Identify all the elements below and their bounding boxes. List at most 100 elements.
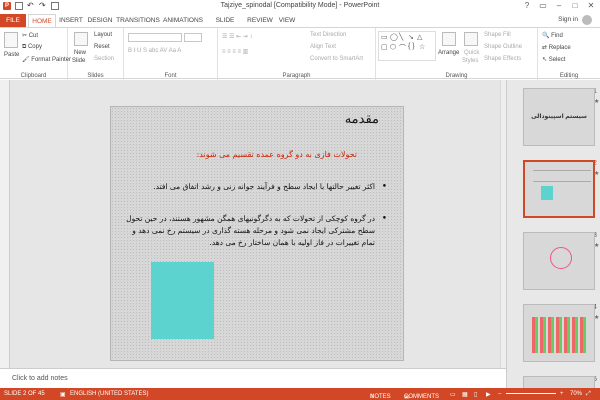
shape-fill-button[interactable]: Shape Fill	[484, 32, 511, 38]
thumbnail-slide-4[interactable]	[523, 304, 595, 362]
paste-button[interactable]: Paste	[4, 52, 19, 58]
slide-sorter-icon[interactable]: ▦	[462, 391, 468, 398]
thumbnail-teal-shape	[541, 186, 553, 200]
font-name-combo[interactable]	[128, 33, 182, 42]
tab-home[interactable]: HOME	[28, 14, 56, 27]
reset-button[interactable]: Reset	[94, 44, 110, 50]
ellipse-shape-icon[interactable]: ◯	[390, 33, 398, 41]
thumbnail-grid-pattern	[532, 317, 588, 353]
notes-placeholder[interactable]: Click to add notes	[12, 375, 68, 382]
tab-design[interactable]: DESIGN	[86, 14, 114, 27]
zoom-level[interactable]: 70%	[570, 391, 582, 397]
thumbnail-text-lines	[533, 170, 591, 182]
align-text-button[interactable]: Align Text	[310, 44, 336, 50]
editing-group: 🔍 Find ⇄ Replace ↖ Select Editing	[538, 28, 600, 80]
tab-transitions[interactable]: TRANSITIONS	[116, 14, 160, 27]
quick-styles-icon[interactable]	[464, 32, 478, 46]
arrow-shape-icon[interactable]: ↘	[408, 33, 414, 41]
section-button[interactable]: Section	[94, 56, 114, 62]
spellcheck-icon[interactable]: ▣	[60, 391, 66, 398]
tab-insert[interactable]: INSERT	[58, 14, 84, 27]
shape-effects-button[interactable]: Shape Effects	[484, 56, 521, 62]
convert-smartart-button[interactable]: Convert to SmartArt	[310, 56, 363, 62]
drawing-label: Drawing	[445, 73, 468, 79]
find-button[interactable]: 🔍 Find	[542, 32, 563, 39]
maximize-icon[interactable]: □	[568, 1, 582, 11]
notes-pane[interactable]: Click to add notes	[0, 368, 506, 388]
zoom-out-icon[interactable]: –	[498, 391, 501, 397]
font-format-buttons[interactable]: B I U S abc AV Aa A	[128, 48, 181, 54]
thumbnail-slide-3[interactable]	[523, 232, 595, 290]
editing-label: Editing	[559, 73, 579, 79]
clipboard-label: Clipboard	[20, 73, 47, 79]
clipboard-group: Paste ✂ Cut ⧉ Copy 🖌 Format Painter Clip…	[0, 28, 71, 80]
window-controls: ? ▭ – □ ✕	[520, 1, 598, 11]
replace-button[interactable]: ⇄ Replace	[542, 44, 571, 51]
tab-review[interactable]: REVIEW	[246, 14, 274, 27]
select-icon: ↖	[542, 57, 549, 63]
paragraph-group: ☰ ☰ ⇤ ⇥ ↕ ≡ ≡ ≡ ≡ ▥ Text Direction Align…	[218, 28, 376, 80]
copy-button[interactable]: ⧉ Copy	[22, 44, 42, 51]
new-slide-button[interactable]: New	[74, 50, 86, 56]
avatar[interactable]	[582, 15, 592, 25]
language-indicator[interactable]: ENGLISH (UNITED STATES)	[70, 391, 148, 397]
replace-icon: ⇄	[542, 45, 549, 51]
minimize-icon[interactable]: –	[552, 1, 566, 11]
curve-shape-icon[interactable]: ⌒	[399, 43, 406, 53]
select-button[interactable]: ↖ Select	[542, 56, 565, 63]
left-pane-strip[interactable]	[0, 80, 10, 368]
format-painter-button[interactable]: 🖌 Format Painter	[22, 56, 71, 63]
slide-subtitle[interactable]: تحولات فازی به دو گروه عمده تقسیم می شون…	[197, 150, 357, 159]
cut-button[interactable]: ✂ Cut	[22, 32, 38, 39]
font-size-combo[interactable]	[184, 33, 202, 42]
tab-file[interactable]: FILE	[0, 14, 26, 27]
triangle-shape-icon[interactable]: △	[417, 33, 422, 41]
text-direction-button[interactable]: Text Direction	[310, 32, 346, 38]
paste-icon[interactable]	[4, 32, 18, 48]
new-slide-icon[interactable]	[74, 32, 88, 46]
font-label: Font	[164, 73, 177, 79]
align-buttons[interactable]: ≡ ≡ ≡ ≡ ▥	[222, 48, 248, 55]
teal-rectangle-shape[interactable]	[151, 262, 214, 339]
shapes-gallery[interactable]: ▭ ◯ ╲ ↘ △ ▢ ⬡ ⌒ { } ☆	[378, 31, 436, 61]
rectangle-shape-icon[interactable]: ▭	[381, 33, 388, 41]
drawing-group: ▭ ◯ ╲ ↘ △ ▢ ⬡ ⌒ { } ☆ Arrange Quick Styl…	[376, 28, 538, 80]
fit-slide-icon[interactable]: ⤢	[586, 391, 591, 398]
thumbnail-pane[interactable]: 1 ★ سیستم اسپینودالی 2 ★ 3 ★ 4 ★ 5	[506, 80, 600, 388]
layout-button[interactable]: Layout	[94, 32, 112, 38]
ribbon-tabs: FILE HOME INSERT DESIGN TRANSITIONS ANIM…	[0, 13, 600, 37]
ribbon-display-icon[interactable]: ▭	[536, 1, 550, 11]
zoom-in-icon[interactable]: +	[560, 391, 564, 397]
thumbnail-diagram	[550, 247, 572, 269]
current-slide[interactable]: مقدمه تحولات فازی به دو گروه عمده تقسیم …	[110, 106, 404, 361]
rounded-rect-shape-icon[interactable]: ▢	[381, 43, 388, 51]
sign-in-link[interactable]: Sign in	[558, 16, 578, 23]
slideshow-view-icon[interactable]: ▶	[486, 391, 491, 398]
help-icon[interactable]: ?	[520, 1, 534, 11]
close-icon[interactable]: ✕	[584, 1, 598, 11]
tab-slide-show[interactable]: SLIDE SHOW	[206, 14, 244, 37]
thumbnail-slide-1[interactable]: سیستم اسپینودالی	[523, 88, 595, 146]
normal-view-icon[interactable]: ▭	[450, 391, 456, 398]
thumbnail-slide-5[interactable]	[523, 376, 595, 388]
arrange-button[interactable]: Arrange	[438, 50, 459, 56]
slide-bullet-1[interactable]: اکثر تغییر حالتها با ایجاد سطح و فرآیند …	[135, 181, 387, 193]
find-icon: 🔍	[542, 33, 552, 39]
arrange-icon[interactable]	[442, 32, 456, 46]
line-shape-icon[interactable]: ╲	[399, 33, 403, 41]
slide-title[interactable]: مقدمه	[345, 112, 379, 127]
tab-animations[interactable]: ANIMATIONS	[162, 14, 204, 27]
quick-styles-button[interactable]: Quick	[464, 50, 479, 56]
tab-view[interactable]: VIEW	[276, 14, 298, 27]
reading-view-icon[interactable]: ▯	[474, 391, 477, 398]
zoom-slider[interactable]	[506, 393, 556, 394]
hexagon-shape-icon[interactable]: ⬡	[390, 43, 396, 51]
star-shape-icon[interactable]: ☆	[419, 43, 425, 51]
slide-bullet-2[interactable]: در گروه کوچکی از تحولات که به دگرگونیهای…	[125, 213, 387, 249]
brace-shape-icon[interactable]: { }	[408, 43, 415, 50]
shape-outline-button[interactable]: Shape Outline	[484, 44, 522, 50]
thumbnail-slide-2[interactable]	[523, 160, 595, 218]
window-title: Tajziye_spinodal [Compatibility Mode] - …	[220, 2, 380, 9]
list-buttons[interactable]: ☰ ☰ ⇤ ⇥ ↕	[222, 33, 252, 40]
scissors-icon: ✂	[22, 33, 29, 39]
